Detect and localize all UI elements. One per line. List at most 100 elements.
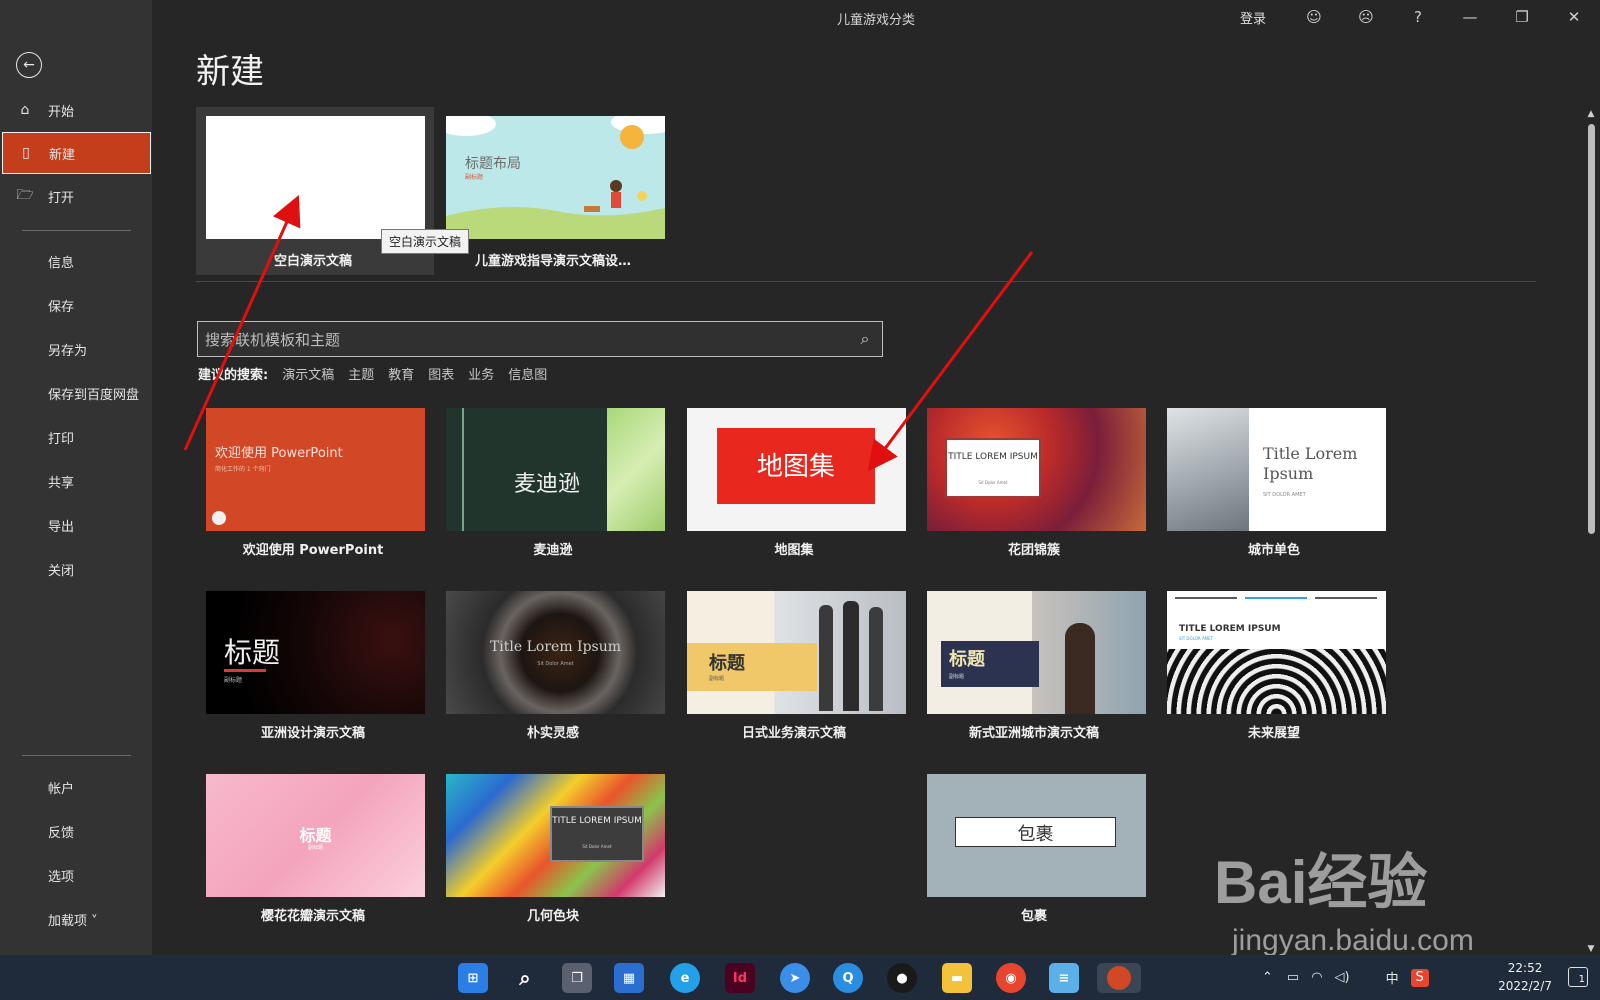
feishu-icon[interactable]: ➤ (780, 963, 810, 993)
back-arrow-icon[interactable]: ← (16, 52, 42, 78)
thumb-title: 标题布局 (465, 156, 521, 172)
thumb-subtitle: 副标题 (709, 676, 725, 682)
sidebar-item-save-baidu[interactable]: 保存到百度网盘 (48, 384, 139, 403)
template-caption: 亚洲设计演示文稿 (260, 726, 365, 741)
thumb-subtitle: Sit Dolor Amet (978, 480, 1008, 485)
qq-browser-icon[interactable]: Q (833, 963, 863, 993)
suggested-label: 建议的搜索: (198, 368, 269, 383)
search-icon[interactable]: ⌕ (848, 329, 882, 349)
accent-bar (224, 669, 266, 672)
windows-taskbar: ⊞ ⌕ ❐ ▦ e Id ➤ Q ● ▬ ◉ ≡ ⌃ ▭ ◠ ◁) 中 S 22… (0, 955, 1600, 1000)
indesign-icon[interactable]: Id (725, 963, 755, 993)
clock-date: 2022/2/7 (1498, 979, 1552, 993)
open-folder-icon: 🗁 (16, 187, 34, 203)
sidebar-item-save[interactable]: 保存 (48, 296, 74, 315)
template-madison[interactable]: 麦迪逊 麦迪逊 (437, 408, 669, 578)
template-thumbnail: Title Lorem Ipsum SIT DOLOR AMET (1167, 408, 1386, 531)
chrome-icon[interactable]: ◉ (996, 963, 1026, 993)
notification-icon[interactable]: 1 (1568, 967, 1588, 987)
ime-indicator[interactable]: 中 (1386, 968, 1399, 987)
template-thumbnail: TITLE LOREM IPSUM Sit Dolor Amet (446, 774, 665, 897)
template-future-view[interactable]: TITLE LOREM IPSUM SIT DOLOR AMET 未来展望 (1158, 591, 1390, 761)
sidebar-item-addins[interactable]: 加载项 ˅ (48, 910, 98, 929)
suggestion-link[interactable]: 业务 (468, 364, 494, 383)
accent-bar (1175, 597, 1237, 599)
volume-icon[interactable]: ◁) (1335, 970, 1350, 985)
template-thumbnail: 欢迎使用 PowerPoint 简化工作的 1 个窍门 (206, 408, 425, 531)
search-icon[interactable]: ⌕ (510, 963, 540, 993)
vertical-scrollbar[interactable]: ▲ ▼ (1586, 109, 1596, 954)
accent-bar (1245, 597, 1307, 599)
thumb-title: 标题 (299, 826, 332, 845)
sidebar-divider (22, 230, 131, 231)
scroll-up-arrow-icon[interactable]: ▲ (1586, 109, 1596, 119)
qq-icon[interactable]: ● (887, 963, 917, 993)
template-caption: 麦迪逊 (533, 543, 573, 558)
notepad-icon[interactable]: ≡ (1049, 963, 1079, 993)
template-thumbnail: TITLE LOREM IPSUM Sit Dolor Amet (927, 408, 1146, 531)
sidebar-item-options[interactable]: 选项 (48, 866, 74, 885)
template-geometric-blocks[interactable]: TITLE LOREM IPSUM Sit Dolor Amet 几何色块 (437, 774, 669, 944)
sidebar-item-close[interactable]: 关闭 (48, 560, 74, 579)
sidebar-item-new[interactable]: ▯ 新建 (2, 132, 151, 174)
tray-chevron-icon[interactable]: ⌃ (1262, 970, 1273, 985)
wifi-icon[interactable]: ◠ (1311, 970, 1322, 985)
notification-count: 1 (1578, 974, 1585, 985)
thumb-title: TITLE LOREM IPSUM (552, 816, 642, 826)
suggestion-link[interactable]: 教育 (388, 364, 414, 383)
suggestion-link[interactable]: 演示文稿 (282, 364, 334, 383)
clock[interactable]: 22:52 2022/2/7 (1498, 959, 1552, 995)
template-city-mono[interactable]: Title Lorem Ipsum SIT DOLOR AMET 城市单色 (1158, 408, 1390, 578)
start-icon[interactable]: ⊞ (458, 963, 488, 993)
template-thumbnail: 麦迪逊 (446, 408, 665, 531)
battery-icon[interactable]: ▭ (1287, 970, 1299, 985)
template-japanese-business[interactable]: 标题 副标题 日式业务演示文稿 (678, 591, 910, 761)
task-view-icon[interactable]: ❐ (562, 963, 592, 993)
person-figure (869, 607, 883, 711)
powerpoint-icon[interactable] (1097, 963, 1141, 993)
sidebar-item-feedback[interactable]: 反馈 (48, 822, 74, 841)
suggestion-link[interactable]: 信息图 (508, 364, 547, 383)
file-explorer-icon[interactable]: ▬ (942, 963, 972, 993)
title-card (550, 806, 644, 862)
thumb-subtitle: 简化工作的 1 个窍门 (215, 466, 271, 473)
template-asian-design[interactable]: 标题 副标题 亚洲设计演示文稿 (197, 591, 429, 761)
sidebar-item-account[interactable]: 帐户 (48, 778, 74, 797)
template-welcome-powerpoint[interactable]: 欢迎使用 PowerPoint 简化工作的 1 个窍门 欢迎使用 PowerPo… (197, 408, 429, 578)
template-modern-asian-city[interactable]: 标题 副标题 新式亚洲城市演示文稿 (918, 591, 1150, 761)
template-thumbnail: 地图集 (687, 408, 906, 531)
thumb-title: TITLE LOREM IPSUM (948, 452, 1038, 462)
sidebar-item-open[interactable]: 🗁 打开 (2, 175, 151, 217)
template-caption: 儿童游戏指导演示文稿设… (474, 254, 631, 269)
scroll-thumb[interactable] (1588, 124, 1595, 534)
template-sakura[interactable]: 标题 副标题 樱花花瓣演示文稿 (197, 774, 429, 944)
suggestion-link[interactable]: 主题 (348, 364, 374, 383)
template-caption: 朴实灵感 (526, 726, 579, 741)
sidebar-item-save-as[interactable]: 另存为 (48, 340, 87, 359)
thumb-subtitle: 副标题 (949, 674, 965, 680)
sidebar-item-export[interactable]: 导出 (48, 516, 74, 535)
sogou-icon[interactable]: S (1410, 968, 1429, 987)
template-floral[interactable]: TITLE LOREM IPSUM Sit Dolor Amet 花团锦簇 (918, 408, 1150, 578)
edge-icon[interactable]: e (670, 963, 700, 993)
template-kids-game[interactable]: 标题布局 副标题 儿童游戏指导演示文稿设… (437, 108, 667, 276)
backstage-sidebar: ← ⌂ 开始 ▯ 新建 🗁 打开 信息 保存 另存为 保存到百度网盘 打印 共享… (0, 0, 152, 955)
widgets-icon[interactable]: ▦ (614, 963, 644, 993)
thumb-subtitle: Sit Dolor Amet (537, 661, 574, 667)
template-search-input[interactable]: 搜索联机模板和主题 ⌕ (197, 321, 883, 357)
sidebar-item-print[interactable]: 打印 (48, 428, 74, 447)
suggestion-link[interactable]: 图表 (428, 364, 454, 383)
thumb-title: Title Lorem Ipsum (489, 639, 622, 655)
template-parcel[interactable]: 包裹 包裹 (918, 774, 1150, 944)
thumb-title: 麦迪逊 (514, 472, 581, 497)
sidebar-item-share[interactable]: 共享 (48, 472, 74, 491)
template-earthy[interactable]: Title Lorem Ipsum Sit Dolor Amet 朴实灵感 (437, 591, 669, 761)
sidebar-item-info[interactable]: 信息 (48, 252, 74, 271)
template-atlas[interactable]: 地图集 地图集 (678, 408, 910, 578)
scroll-down-arrow-icon[interactable]: ▼ (1586, 944, 1596, 954)
baidu-watermark-url: jingyan.baidu.com (1232, 924, 1474, 957)
sidebar-item-home[interactable]: ⌂ 开始 (2, 89, 151, 131)
powerpoint-logo-icon (212, 511, 226, 525)
pattern-photo (1167, 649, 1386, 714)
template-thumbnail: 标题 副标题 (687, 591, 906, 714)
